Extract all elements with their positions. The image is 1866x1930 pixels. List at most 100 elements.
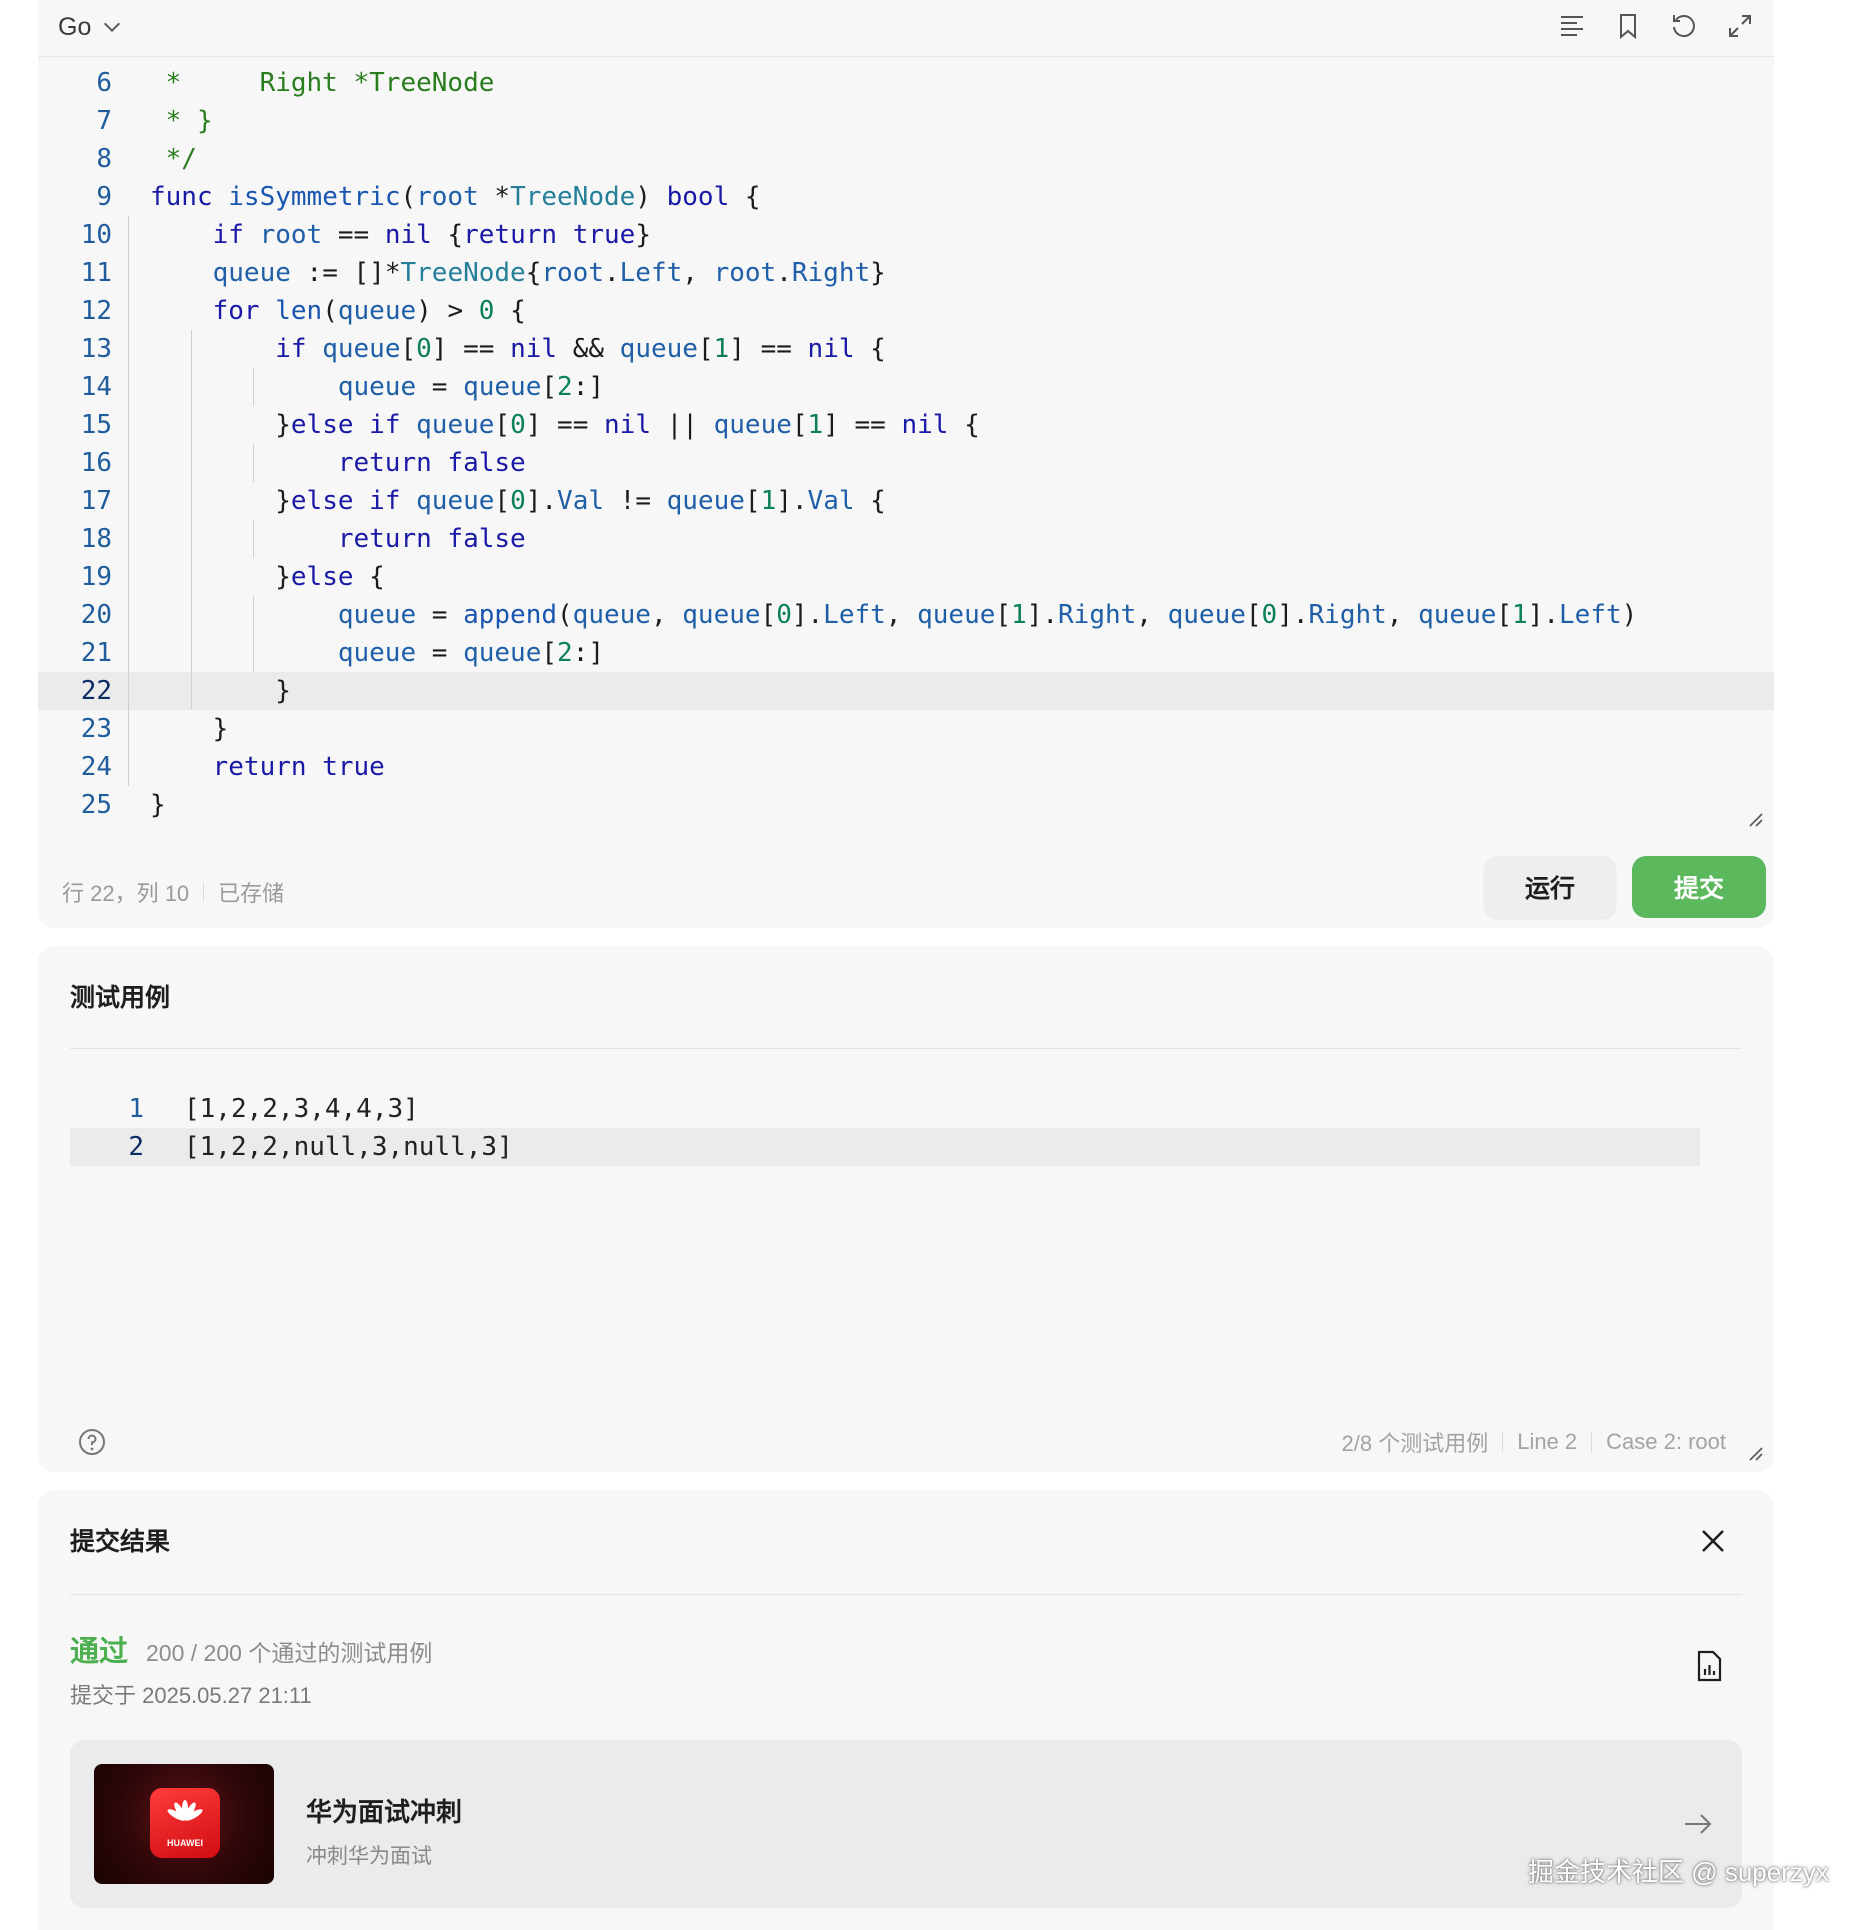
promo-title: 华为面试冲刺	[306, 1797, 463, 1827]
indent-guide	[128, 292, 129, 330]
indent-guide	[128, 634, 129, 672]
code-line[interactable]: 19 }else {	[38, 558, 1774, 596]
indent-guide	[128, 482, 129, 520]
code-line[interactable]: 7 * }	[38, 102, 1774, 140]
submitted-at: 提交于 2025.05.27 21:11	[70, 1683, 312, 1708]
code-line[interactable]: 25}	[38, 786, 1774, 824]
line-number: 10	[80, 220, 112, 250]
code-line[interactable]: 15 }else if queue[0] == nil || queue[1] …	[38, 406, 1774, 444]
code-line[interactable]: 14 queue = queue[2:]	[38, 368, 1774, 406]
code-line[interactable]: 23 }	[38, 710, 1774, 748]
code-line[interactable]: 10 if root == nil {return true}	[38, 216, 1774, 254]
indent-guide	[128, 406, 129, 444]
line-number: 17	[80, 486, 112, 516]
test-case-line[interactable]: 1 [1,2,2,3,4,4,3]	[70, 1090, 1700, 1128]
indent-guide	[190, 406, 192, 444]
code-line[interactable]: 12 for len(queue) > 0 {	[38, 292, 1774, 330]
code-line[interactable]: 18 return false	[38, 520, 1774, 558]
test-case-line[interactable]: 2 [1,2,2,null,3,null,3]	[70, 1128, 1700, 1166]
indent-guide	[128, 558, 129, 596]
code-text: queue = queue[2:]	[337, 638, 604, 668]
code-text: queue = queue[2:]	[337, 372, 604, 402]
test-case-info: Case 2: root	[1606, 1429, 1726, 1454]
language-label: Go	[58, 12, 92, 41]
code-text: * }	[150, 106, 213, 136]
test-case-value: [1,2,2,3,4,4,3]	[184, 1094, 419, 1124]
bookmark-button[interactable]	[1612, 10, 1644, 42]
reset-button[interactable]	[1668, 10, 1700, 42]
indent-guide	[128, 596, 129, 634]
format-icon	[1561, 16, 1583, 36]
promo-subtitle: 冲刺华为面试	[306, 1845, 432, 1868]
code-text: queue := []*TreeNode{root.Left, root.Rig…	[212, 258, 886, 288]
indent-guide	[128, 672, 129, 710]
divider	[1591, 1432, 1593, 1452]
indent-guide	[128, 710, 129, 748]
code-line[interactable]: 6 * Right *TreeNode	[38, 64, 1774, 102]
resize-handle-icon[interactable]	[1748, 812, 1764, 828]
indent-guide	[128, 748, 129, 786]
test-cases-title: 测试用例	[70, 984, 171, 1012]
code-line[interactable]: 21 queue = queue[2:]	[38, 634, 1774, 672]
line-number: 21	[80, 638, 112, 668]
code-line[interactable]: 22 }	[38, 672, 1774, 710]
indent-guide	[253, 444, 255, 482]
indent-guide	[128, 254, 129, 292]
watermark: 掘金技术社区 @ superzyx	[1528, 1857, 1829, 1887]
line-number: 12	[80, 296, 112, 326]
fullscreen-icon	[1729, 15, 1751, 37]
code-line[interactable]: 24 return true	[38, 748, 1774, 786]
code-line[interactable]: 16 return false	[38, 444, 1774, 482]
code-line[interactable]: 13 if queue[0] == nil && queue[1] == nil…	[38, 330, 1774, 368]
line-number: 24	[80, 752, 112, 782]
code-text: func isSymmetric(root *TreeNode) bool {	[150, 182, 761, 212]
close-icon[interactable]	[1698, 1526, 1728, 1556]
code-text: }else {	[150, 562, 385, 592]
report-icon[interactable]	[1694, 1650, 1724, 1682]
code-area[interactable]: 6 * Right *TreeNode 7 * } 8 */9 func isSymm…	[38, 64, 1774, 824]
resize-handle-icon[interactable]	[1748, 1446, 1764, 1462]
run-button[interactable]: 运行	[1484, 856, 1616, 918]
indent-guide	[190, 330, 192, 368]
indent-guide	[190, 482, 192, 520]
language-select[interactable]: Go	[58, 10, 123, 44]
format-button[interactable]	[1556, 10, 1588, 42]
line-number: 14	[80, 372, 112, 402]
code-text: * Right *TreeNode	[150, 68, 495, 98]
code-text: }else if queue[0] == nil || queue[1] == …	[150, 410, 980, 440]
submit-button[interactable]: 提交	[1632, 856, 1766, 918]
test-input-area[interactable]: 1 [1,2,2,3,4,4,3] 2 [1,2,2,null,3,null,3]	[70, 1090, 1700, 1166]
promo-card[interactable]: HUAWEI 华为面试冲刺 冲刺华为面试	[70, 1740, 1742, 1908]
line-number: 25	[80, 790, 112, 820]
line-number: 18	[80, 524, 112, 554]
indent-guide	[253, 596, 255, 634]
code-line[interactable]: 17 }else if queue[0].Val != queue[1].Val…	[38, 482, 1774, 520]
cursor-position: 行 22，列 10	[62, 881, 190, 906]
help-icon[interactable]	[78, 1428, 106, 1456]
code-text: queue = append(queue, queue[0].Left, que…	[337, 600, 1638, 630]
reset-icon	[1673, 15, 1695, 38]
fullscreen-button[interactable]	[1724, 10, 1756, 42]
divider	[70, 1048, 1742, 1049]
indent-guide	[253, 368, 255, 406]
code-line[interactable]: 11 queue := []*TreeNode{root.Left, root.…	[38, 254, 1774, 292]
code-line[interactable]: 8 */	[38, 140, 1774, 178]
code-text: }	[150, 676, 291, 706]
promo-thumbnail: HUAWEI	[94, 1764, 274, 1884]
passed-count: 200 / 200	[146, 1640, 242, 1666]
divider	[70, 1594, 1742, 1595]
line-number: 9	[96, 182, 112, 212]
code-text: for len(queue) > 0 {	[212, 296, 526, 326]
code-line[interactable]: 9 func isSymmetric(root *TreeNode) bool {	[38, 178, 1774, 216]
divider	[203, 882, 205, 902]
test-case-value: [1,2,2,null,3,null,3]	[184, 1132, 513, 1162]
test-cases-panel: 测试用例 1 [1,2,2,3,4,4,3] 2 [1,2,2,null,3,null…	[38, 946, 1774, 1472]
code-line[interactable]: 20 queue = append(queue, queue[0].Left, …	[38, 596, 1774, 634]
line-number: 6	[96, 68, 112, 98]
code-text: return true	[212, 752, 385, 782]
arrow-right-icon	[1685, 1814, 1712, 1834]
indent-guide	[128, 368, 129, 406]
save-status: 已存储	[218, 881, 285, 906]
code-text: if root == nil {return true}	[212, 220, 651, 250]
indent-guide	[190, 444, 192, 482]
